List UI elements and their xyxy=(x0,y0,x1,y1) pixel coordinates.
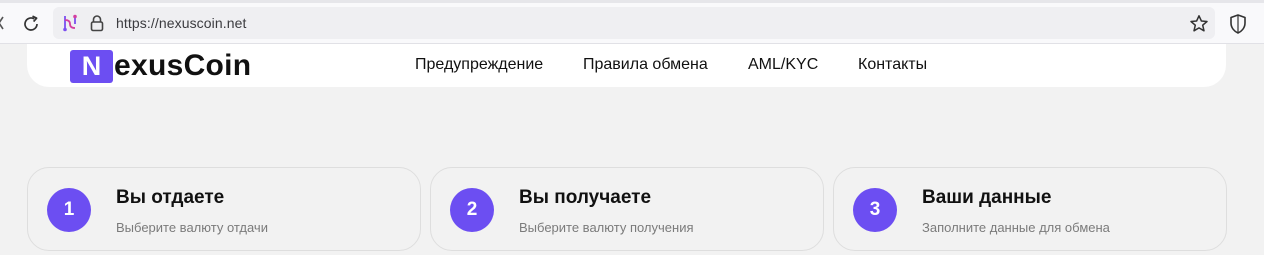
step-number-badge: 3 xyxy=(853,188,897,232)
step-card-give[interactable]: 1 Вы отдаете Выберите валюту отдачи xyxy=(27,167,421,251)
site-header: N exusCoin Предупреждение Правила обмена… xyxy=(27,44,1226,87)
step-subtitle: Выберите валюту получения xyxy=(519,220,694,235)
nav-item-contacts[interactable]: Контакты xyxy=(858,56,927,74)
step-subtitle: Заполните данные для обмена xyxy=(922,220,1110,235)
browser-toolbar: https://nexuscoin.net xyxy=(0,0,1264,44)
step-title: Ваши данные xyxy=(922,187,1052,208)
nav-item-aml-kyc[interactable]: AML/KYC xyxy=(748,56,818,74)
step-number-badge: 1 xyxy=(47,188,91,232)
step-number-badge: 2 xyxy=(450,188,494,232)
url-text[interactable]: https://nexuscoin.net xyxy=(116,15,247,31)
step-card-receive[interactable]: 2 Вы получаете Выберите валюту получения xyxy=(430,167,824,251)
lock-icon[interactable] xyxy=(89,14,105,32)
main-nav: Предупреждение Правила обмена AML/KYC Ко… xyxy=(27,56,1226,76)
site-permissions-icon[interactable] xyxy=(61,14,79,32)
address-bar[interactable]: https://nexuscoin.net xyxy=(53,7,1215,39)
shield-icon[interactable] xyxy=(1229,13,1247,35)
nav-item-exchange-rules[interactable]: Правила обмена xyxy=(583,56,708,74)
back-arrow-icon[interactable] xyxy=(0,15,4,31)
star-icon[interactable] xyxy=(1189,14,1209,34)
nav-item-warning[interactable]: Предупреждение xyxy=(415,56,543,74)
step-title: Вы отдаете xyxy=(116,187,225,208)
reload-icon[interactable] xyxy=(20,13,42,35)
step-card-your-data[interactable]: 3 Ваши данные Заполните данные для обмен… xyxy=(833,167,1227,251)
step-title: Вы получаете xyxy=(519,187,652,208)
step-subtitle: Выберите валюту отдачи xyxy=(116,220,268,235)
